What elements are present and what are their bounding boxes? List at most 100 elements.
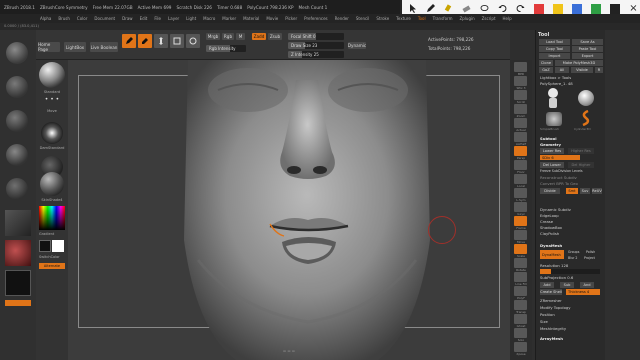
menu-item-marker[interactable]: Marker xyxy=(222,16,236,21)
subtool-section[interactable]: Subtool xyxy=(540,136,557,141)
menu-item-brush[interactable]: Brush xyxy=(58,16,70,21)
goz-button[interactable]: GoZ xyxy=(539,67,553,73)
secondary-color-swatch[interactable] xyxy=(52,240,64,252)
menu-item-document[interactable]: Document xyxy=(94,16,115,21)
view-button-spix-3[interactable] xyxy=(514,76,527,86)
rgb-intensity-slider[interactable]: Rgb Intensity xyxy=(206,45,246,52)
view-button-floor[interactable] xyxy=(514,160,527,170)
brush-standard[interactable] xyxy=(39,62,65,88)
save-as-button[interactable]: Save As xyxy=(572,39,603,45)
visible-button[interactable]: Visible xyxy=(571,67,593,73)
view-button-ghost[interactable] xyxy=(514,314,527,324)
menu-item-macro[interactable]: Macro xyxy=(203,16,215,21)
crease-section[interactable]: Crease xyxy=(540,219,553,224)
del-higher-button[interactable]: Del Higher xyxy=(568,162,594,168)
menu-item-preferences[interactable]: Preferences xyxy=(304,16,328,21)
redo-icon[interactable] xyxy=(516,4,525,13)
divide-button[interactable]: Divide xyxy=(540,188,560,194)
r-button[interactable]: R xyxy=(595,67,603,73)
lightbox-button[interactable]: LightBox xyxy=(64,42,86,52)
menu-item-file[interactable]: File xyxy=(154,16,161,21)
copy-tool-button[interactable]: Copy Tool xyxy=(539,46,570,52)
view-button-xpose[interactable] xyxy=(514,342,527,352)
view-button-zoom[interactable] xyxy=(514,104,527,114)
menu-item-stencil[interactable]: Stencil xyxy=(356,16,370,21)
lightbox-tools-label[interactable]: Lightbox > Tools xyxy=(540,75,571,80)
eraser-icon[interactable] xyxy=(462,4,471,13)
view-button-frame[interactable] xyxy=(514,216,527,226)
view-button-persp[interactable] xyxy=(514,146,527,156)
menu-item-alpha[interactable]: Alpha xyxy=(40,16,51,21)
claypolish-section[interactable]: ClayPolish xyxy=(540,231,559,236)
view-button-transp[interactable] xyxy=(514,300,527,310)
view-button-actual[interactable] xyxy=(514,118,527,128)
gradient-toggle[interactable] xyxy=(5,300,31,306)
tool-thumb-simplebrush[interactable] xyxy=(546,112,562,126)
dynamesh-button[interactable]: DynaMesh xyxy=(540,250,564,259)
view-button-polyf[interactable] xyxy=(514,286,527,296)
brush-preview-move[interactable] xyxy=(6,76,28,98)
menu-item-render[interactable]: Render xyxy=(335,16,349,21)
load-tool-button[interactable]: Load Tool xyxy=(539,39,570,45)
move-mode-button[interactable] xyxy=(154,34,168,48)
focal-shift-slider[interactable]: Focal Shift 0 xyxy=(288,33,344,40)
shadowbox-section[interactable]: ShadowBox xyxy=(540,225,562,230)
view-button-solo[interactable] xyxy=(514,328,527,338)
sub-button[interactable]: Sub xyxy=(560,282,574,288)
menu-item-light[interactable]: Light xyxy=(186,16,196,21)
document-viewport[interactable]: ▬ ▬ ▬ xyxy=(68,60,510,360)
thickness-slider[interactable]: Thickness 4 xyxy=(566,289,600,295)
lower-res-button[interactable]: Lower Res xyxy=(540,148,564,154)
edgeloop-section[interactable]: EdgeLoop xyxy=(540,213,559,218)
menu-item-color[interactable]: Color xyxy=(77,16,87,21)
menu-item-draw[interactable]: Draw xyxy=(122,16,132,21)
view-button-local[interactable] xyxy=(514,174,527,184)
tool-thumb-polysphere[interactable] xyxy=(546,87,560,109)
alternate-button[interactable]: Alternate xyxy=(39,263,65,269)
suv-button[interactable]: Suv xyxy=(580,188,590,194)
color-swatch-blue[interactable] xyxy=(572,3,582,14)
freeze-subdivision-button[interactable]: Freeze SubDivision Levels xyxy=(540,169,583,173)
reuv-button[interactable]: ReUV xyxy=(592,188,602,194)
pointer-icon[interactable] xyxy=(408,4,417,13)
rgb-button[interactable]: Rgb xyxy=(222,33,234,40)
all-button[interactable]: All xyxy=(555,67,569,73)
highlighter-icon[interactable] xyxy=(444,4,453,13)
menu-item-tool[interactable]: Tool xyxy=(418,16,426,21)
color-swatch-green[interactable] xyxy=(591,3,601,14)
brush-preview-hpolish[interactable] xyxy=(6,178,28,200)
menu-item-zplugin[interactable]: Zplugin xyxy=(460,16,475,21)
alpha-preview[interactable] xyxy=(41,122,63,144)
smt-button[interactable]: Smt xyxy=(566,188,578,194)
groups-toggle[interactable]: Groups xyxy=(568,250,579,254)
view-button-bpr[interactable] xyxy=(514,62,527,72)
menu-item-material[interactable]: Material xyxy=(243,16,259,21)
view-button-l-sym[interactable] xyxy=(514,188,527,198)
brush-preview-claybuildup[interactable] xyxy=(6,144,28,166)
paste-tool-button[interactable]: Paste Tool xyxy=(572,46,603,52)
menu-item-layer[interactable]: Layer xyxy=(168,16,179,21)
arraymesh-section[interactable]: ArrayMesh xyxy=(540,336,563,341)
z-intensity-slider[interactable]: Z Intensity 25 xyxy=(288,51,344,58)
view-button-scroll[interactable] xyxy=(514,90,527,100)
primary-color-swatch[interactable] xyxy=(39,240,51,252)
polish-toggle[interactable]: Polish xyxy=(586,250,595,254)
draw-size-slider[interactable]: Draw Size 23 xyxy=(288,42,344,49)
meshintegrity-section[interactable]: MeshIntegrity xyxy=(540,326,566,331)
geometry-section[interactable]: Geometry xyxy=(540,142,561,147)
switch-color-label[interactable]: SwitchColor xyxy=(39,255,60,259)
live-boolean-button[interactable]: Live Boolean xyxy=(90,42,118,52)
view-button-line-fill[interactable] xyxy=(514,272,527,282)
resolution-slider-track[interactable] xyxy=(540,269,600,274)
dynamic-subdiv-section[interactable]: Dynamic Subdiv xyxy=(540,207,571,212)
import-button[interactable]: Import xyxy=(539,53,570,59)
menu-item-movie[interactable]: Movie xyxy=(266,16,278,21)
lasso-icon[interactable] xyxy=(480,4,489,13)
color-swatch-yellow[interactable] xyxy=(553,3,563,14)
viewport-scroll-indicator[interactable]: ▬ ▬ ▬ xyxy=(68,347,510,355)
texture-preview[interactable] xyxy=(5,210,31,236)
del-lower-button[interactable]: Del Lower xyxy=(540,162,564,168)
rotate-mode-button[interactable] xyxy=(186,34,200,48)
mrgb-button[interactable]: Mrgb xyxy=(206,33,220,40)
sdiv-slider[interactable]: SDiv 6 xyxy=(540,155,580,160)
